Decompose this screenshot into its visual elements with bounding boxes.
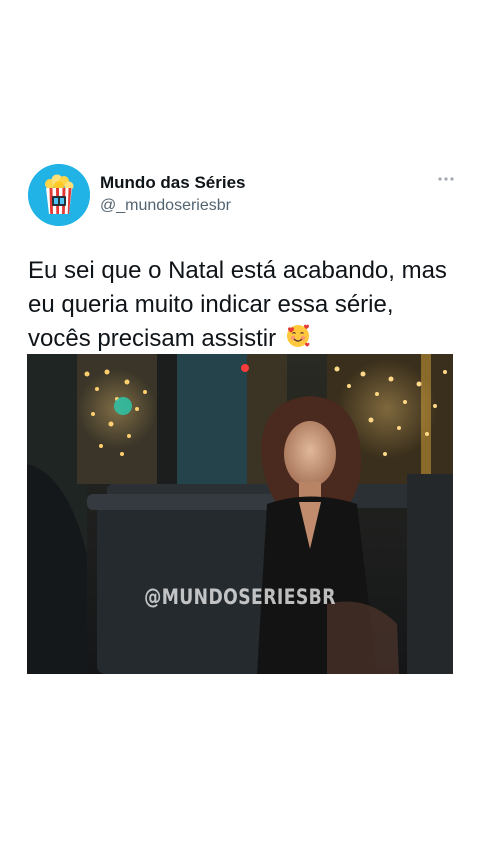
author-name[interactable]: Mundo das Séries	[100, 173, 245, 193]
more-options-button[interactable]	[438, 174, 454, 182]
tweet-body: Eu sei que o Natal está acabando, mas eu…	[28, 257, 447, 352]
tweet-header: Mundo das Séries @_mundoseriesbr	[28, 160, 458, 226]
tweet-video[interactable]: @MUNDOSERIESBR	[27, 354, 453, 674]
popcorn-icon	[28, 164, 90, 226]
more-horizontal-icon	[438, 177, 454, 181]
tweet-screenshot: Mundo das Séries @_mundoseriesbr Eu sei …	[0, 0, 480, 854]
avatar[interactable]	[28, 164, 90, 226]
author-handle[interactable]: @_mundoseriesbr	[100, 197, 231, 215]
video-frame	[27, 354, 453, 674]
watermark-text: @MUNDOSERIESBR	[144, 585, 336, 609]
tweet-text: Eu sei que o Natal está acabando, mas eu…	[28, 254, 458, 359]
